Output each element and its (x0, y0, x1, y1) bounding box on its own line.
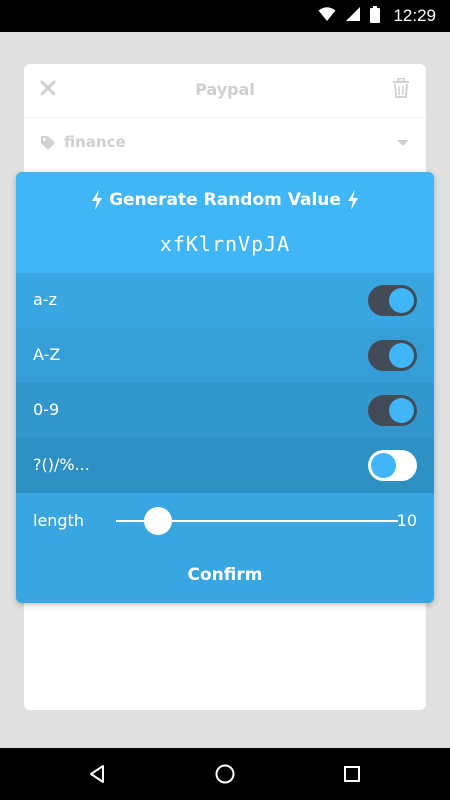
option-row-lowercase: a-z (16, 273, 434, 328)
option-row-symbols: ?()/%... (16, 438, 434, 493)
tag-label: finance (64, 133, 126, 151)
dialog-title-text: Generate Random Value (109, 190, 341, 210)
option-row-digits: 0-9 (16, 383, 434, 438)
length-value: 10 (396, 511, 417, 530)
uppercase-toggle[interactable] (368, 340, 417, 371)
option-label: 0-9 (33, 400, 60, 419)
dialog-title: Generate Random Value (16, 190, 434, 210)
recents-icon[interactable] (340, 762, 364, 786)
entry-card-header: Paypal (24, 64, 426, 116)
confirm-button[interactable]: Confirm (16, 548, 434, 603)
toggle-knob (389, 343, 414, 368)
battery-icon (370, 5, 381, 27)
length-row: length 10 (16, 493, 434, 548)
toggle-knob (389, 288, 414, 313)
toggle-knob (389, 398, 414, 423)
entry-title: Paypal (195, 80, 255, 99)
generated-value[interactable]: xfKlrnVpJA (16, 232, 434, 256)
toggle-knob (371, 453, 396, 478)
status-bar: 12:29 (0, 0, 450, 32)
option-label: A-Z (33, 345, 61, 364)
lightning-icon (91, 190, 103, 210)
lightning-icon (347, 190, 359, 210)
length-label: length (33, 511, 84, 530)
trash-icon[interactable] (392, 77, 410, 102)
length-slider-thumb[interactable] (144, 507, 173, 535)
option-label: a-z (33, 290, 57, 309)
digits-toggle[interactable] (368, 395, 417, 426)
navigation-bar (0, 748, 450, 800)
home-icon[interactable] (213, 762, 237, 786)
option-label: ?()/%... (33, 455, 90, 474)
back-icon[interactable] (85, 762, 109, 786)
tag-selector[interactable]: finance (24, 118, 426, 166)
chevron-down-icon (397, 140, 409, 146)
dialog-header: Generate Random Value xfKlrnVpJA (16, 172, 434, 272)
option-row-uppercase: A-Z (16, 328, 434, 383)
cell-signal-icon (345, 6, 361, 26)
lowercase-toggle[interactable] (368, 285, 417, 316)
status-time: 12:29 (393, 6, 436, 25)
tag-icon (40, 135, 56, 155)
symbols-toggle[interactable] (368, 450, 417, 481)
wifi-icon (318, 6, 336, 26)
generate-random-value-dialog: Generate Random Value xfKlrnVpJA a-z A-Z… (16, 172, 434, 603)
